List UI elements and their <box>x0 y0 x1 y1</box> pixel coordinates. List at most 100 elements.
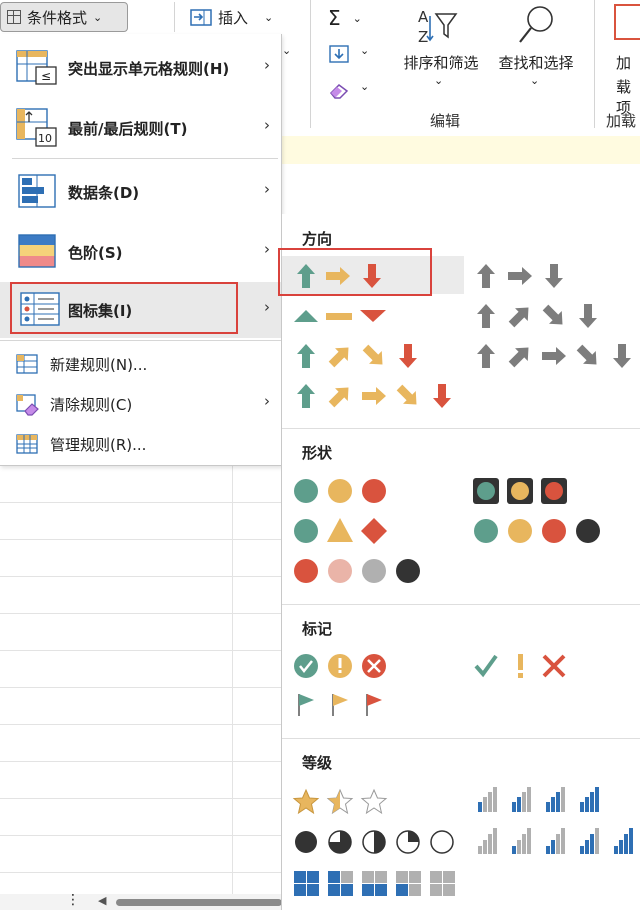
more-options-icon[interactable]: ⋮ <box>66 892 80 908</box>
addins-icon <box>614 4 640 40</box>
fill-down-icon <box>329 45 349 63</box>
conditional-formatting-menu: ≤ 突出显示单元格规则(H) › 10 最前/最后规则(T) › 数据条(D) … <box>0 34 282 466</box>
menu-item-color-scales[interactable]: 色阶(S) › <box>0 222 282 282</box>
eraser-icon <box>329 84 349 99</box>
section-title-directional: 方向 <box>302 230 333 248</box>
horizontal-scrollbar[interactable]: ⋮ ◀ <box>0 892 282 910</box>
section-title-indicators: 标记 <box>302 620 333 638</box>
find-select-button[interactable]: 查找和选择 ⌄ <box>490 4 582 94</box>
menu-item-label: 突出显示单元格规则(H) <box>68 60 230 78</box>
sigma-icon: Σ <box>328 6 341 30</box>
menu-item-data-bars[interactable]: 数据条(D) › <box>0 162 282 222</box>
formula-area <box>282 164 640 214</box>
chevron-right-icon: › <box>264 392 270 410</box>
sort-filter-label: 排序和筛选 <box>403 54 479 72</box>
rating-icon-sets <box>293 787 633 896</box>
menu-item-label: 清除规则(C) <box>50 396 133 414</box>
icon-set-5-quarters[interactable] <box>295 830 454 854</box>
menu-item-label: 色阶(S) <box>68 244 123 262</box>
section-title-shapes: 形状 <box>302 444 333 462</box>
sort-filter-icon: AZ <box>418 8 458 46</box>
conditional-formatting-button[interactable]: 条件格式 ⌄ <box>0 2 128 32</box>
icon-set-3-triangles[interactable] <box>294 310 386 322</box>
menu-item-manage-rules[interactable]: 管理规则(R)... <box>0 424 282 464</box>
icon-set-3-traffic-lights[interactable] <box>294 479 386 503</box>
menu-item-icon-sets[interactable]: 图标集(I) › <box>0 282 282 338</box>
sort-filter-button[interactable]: AZ 排序和筛选 ⌄ <box>394 4 488 94</box>
svg-text:Z: Z <box>418 28 428 46</box>
icon-set-3-traffic-lights-rimmed[interactable] <box>473 478 567 504</box>
chevron-down-icon: ⌄ <box>360 44 370 57</box>
insert-cells-icon <box>190 9 212 26</box>
magnifier-icon <box>519 6 553 43</box>
menu-item-label: 新建规则(N)... <box>50 356 148 374</box>
icon-set-3-signs[interactable] <box>294 518 387 544</box>
menu-item-clear-rules[interactable]: 清除规则(C) › <box>0 384 282 424</box>
chevron-down-icon: ⌄ <box>360 80 370 93</box>
icon-sets-submenu: 方向 形状 标记 等级 <box>278 214 640 910</box>
manage-rules-icon <box>16 434 38 454</box>
icon-set-3-arrows-colored[interactable] <box>297 264 381 288</box>
directional-icon-sets <box>294 264 631 411</box>
worksheet-grid[interactable] <box>0 466 282 910</box>
edit-group-label: 编辑 <box>430 112 461 130</box>
icon-set-3-stars[interactable] <box>293 789 387 814</box>
icon-set-5-arrows-gray[interactable] <box>477 341 631 371</box>
icon-set-5-ratings[interactable] <box>478 828 633 854</box>
insert-label: 插入 <box>218 8 249 27</box>
addins-label-top: 加 <box>616 54 632 72</box>
icon-set-5-arrows-colored[interactable] <box>297 381 451 411</box>
new-rule-icon <box>16 354 38 374</box>
menu-item-label: 最前/最后规则(T) <box>68 120 188 138</box>
menu-item-top-bottom-rules[interactable]: 10 最前/最后规则(T) › <box>0 100 282 158</box>
table-icon <box>7 10 21 24</box>
section-title-ratings: 等级 <box>302 754 333 772</box>
chevron-right-icon: › <box>264 56 270 74</box>
top-bottom-icon: 10 <box>16 108 57 147</box>
icon-set-4-traffic-lights[interactable] <box>474 519 600 543</box>
chevron-right-icon: › <box>264 180 270 198</box>
chevron-down-icon: ⌄ <box>93 10 103 24</box>
fill-button[interactable]: ⌄ <box>328 44 376 66</box>
insert-button[interactable]: 插入 ⌄ <box>190 4 273 30</box>
icon-set-4-red-to-black[interactable] <box>294 559 420 583</box>
icon-set-3-arrows-gray[interactable] <box>477 264 563 288</box>
scroll-left-icon[interactable]: ◀ <box>98 894 106 907</box>
addins-button[interactable]: 加 载项 <box>606 4 640 117</box>
chevron-right-icon: › <box>264 240 270 258</box>
chevron-right-icon: › <box>264 116 270 134</box>
icon-set-3-symbols[interactable] <box>474 654 566 678</box>
conditional-formatting-label: 条件格式 <box>27 8 88 27</box>
clear-button[interactable]: ⌄ <box>328 80 376 102</box>
highlight-cells-icon: ≤ <box>16 50 57 85</box>
delete-button-partial[interactable]: ⌄ <box>282 44 291 57</box>
autosum-button[interactable]: Σ ⌄ <box>328 6 362 30</box>
menu-item-label: 图标集(I) <box>68 302 133 320</box>
icon-sets-icon <box>20 292 60 326</box>
menu-item-highlight-cells-rules[interactable]: ≤ 突出显示单元格规则(H) › <box>0 36 282 100</box>
icon-set-4-arrows-colored[interactable] <box>297 341 417 371</box>
data-bars-icon <box>18 174 56 208</box>
icon-set-3-flags[interactable] <box>298 694 382 716</box>
svg-text:≤: ≤ <box>41 69 51 83</box>
menu-item-label: 数据条(D) <box>68 184 140 202</box>
svg-text:10: 10 <box>38 132 52 145</box>
chevron-down-icon: ⌄ <box>264 10 274 24</box>
menu-item-new-rule[interactable]: 新建规则(N)... <box>0 344 282 384</box>
addins-group-label: 加载 <box>606 112 637 130</box>
svg-text:A: A <box>418 8 429 26</box>
find-select-label: 查找和选择 <box>498 54 574 72</box>
icon-set-5-boxes[interactable] <box>294 871 455 896</box>
scrollbar-thumb[interactable] <box>116 899 282 906</box>
icon-set-3-symbols-circled[interactable] <box>294 654 386 678</box>
chevron-down-icon: ⌄ <box>530 74 540 87</box>
menu-item-label: 管理规则(R)... <box>50 436 147 454</box>
icon-set-4-ratings[interactable] <box>478 787 599 812</box>
chevron-down-icon: ⌄ <box>434 74 444 87</box>
indicator-icon-sets <box>294 654 566 716</box>
icon-set-4-arrows-gray[interactable] <box>477 301 597 331</box>
chevron-down-icon: ⌄ <box>352 11 362 25</box>
clear-rules-icon <box>16 394 39 416</box>
shape-icon-sets <box>294 478 600 583</box>
color-scales-icon <box>18 234 56 268</box>
